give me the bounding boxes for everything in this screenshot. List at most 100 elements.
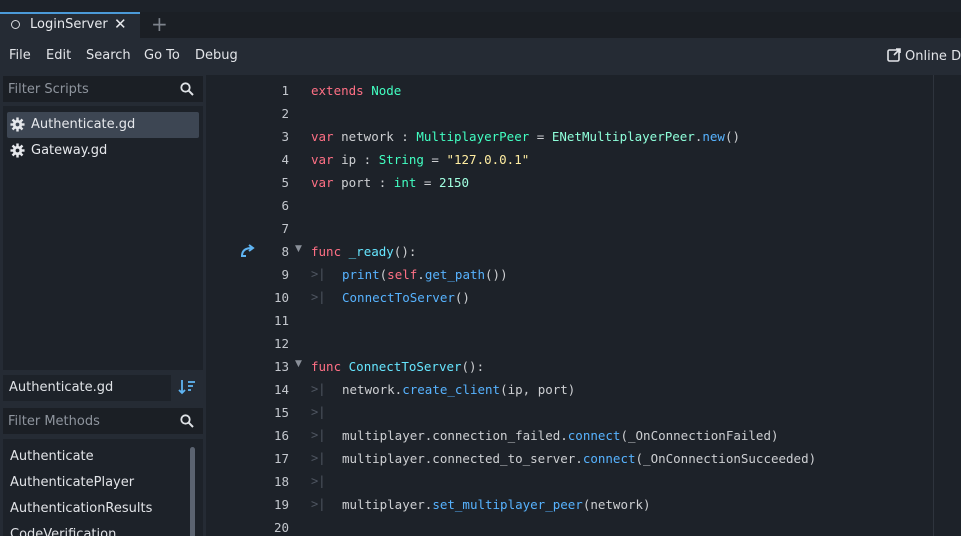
menu-file[interactable]: File (9, 48, 31, 63)
line-number: 11 (273, 313, 289, 328)
line-number: 16 (273, 428, 289, 443)
tab-marker: >| (311, 290, 326, 304)
code-text: print(self.get_path()) (342, 267, 508, 282)
scene-icon (11, 20, 20, 29)
code-line: 13 ▼ func ConnectToServer(): (207, 355, 961, 378)
line-number: 2 (281, 106, 289, 121)
code-text: var network : MultiplayerPeer = ENetMult… (311, 129, 741, 144)
code-line: 17 >| multiplayer.connected_to_server.co… (207, 447, 961, 470)
filter-scripts-input[interactable]: Filter Scripts (3, 76, 203, 102)
line-number: 19 (273, 497, 289, 512)
line-number: 15 (273, 405, 289, 420)
code-line: 11 (207, 309, 961, 332)
tab-marker: >| (311, 428, 326, 442)
code-text: var port : int = 2150 (311, 175, 470, 190)
menu-bar: File Edit Search Go To Debug Online Do (0, 38, 961, 75)
code-text: multiplayer.connection_failed.connect(_O… (342, 428, 779, 443)
line-number: 18 (273, 474, 289, 489)
line-number: 7 (281, 221, 289, 236)
gear-icon (10, 117, 25, 132)
menu-search[interactable]: Search (86, 48, 131, 63)
code-line: 19 >| multiplayer.set_multiplayer_peer(n… (207, 493, 961, 516)
tab-loginserver[interactable]: LoginServer ✕ (0, 12, 140, 38)
menu-goto[interactable]: Go To (144, 48, 180, 63)
tab-marker: >| (311, 267, 326, 281)
code-text: func _ready(): (311, 244, 417, 259)
fold-chevron-icon[interactable]: ▼ (295, 359, 302, 369)
line-number: 14 (273, 382, 289, 397)
script-item-label: Gateway.gd (31, 143, 108, 158)
online-docs-button[interactable]: Online Do (887, 48, 961, 64)
script-item-label: Authenticate.gd (31, 117, 136, 132)
tab-marker: >| (311, 405, 326, 419)
method-item[interactable]: CodeVerification (10, 527, 116, 536)
script-list-panel: Filter Scripts Authenticate.gd Gateway.g… (0, 75, 206, 536)
code-line: 3 var network : MultiplayerPeer = ENetMu… (207, 125, 961, 148)
methods-scrollbar[interactable] (190, 447, 195, 536)
close-icon[interactable]: ✕ (114, 15, 127, 33)
method-item[interactable]: Authenticate (10, 449, 94, 464)
methods-list: Authenticate AuthenticatePlayer Authenti… (3, 439, 203, 536)
line-number: 10 (273, 290, 289, 305)
scripts-list: Authenticate.gd Gateway.gd (3, 106, 203, 370)
method-item[interactable]: AuthenticatePlayer (10, 475, 134, 490)
code-line: 4 var ip : String = "127.0.0.1" (207, 148, 961, 171)
fold-chevron-icon[interactable]: ▼ (295, 244, 302, 254)
line-number: 5 (281, 175, 289, 190)
line-number: 1 (281, 83, 289, 98)
sort-icon[interactable] (178, 379, 196, 395)
code-text: var ip : String = "127.0.0.1" (311, 152, 530, 167)
tab-marker: >| (311, 497, 326, 511)
title-strip (0, 0, 961, 12)
line-number: 8 (281, 244, 289, 259)
line-number: 3 (281, 129, 289, 144)
search-icon (180, 414, 194, 428)
code-line: 9 >| print(self.get_path()) (207, 263, 961, 286)
search-icon (180, 82, 194, 96)
tab-marker: >| (311, 451, 326, 465)
menu-debug[interactable]: Debug (195, 48, 238, 63)
code-text: ConnectToServer() (342, 290, 470, 305)
scene-tab-bar: LoginServer ✕ + (0, 0, 961, 38)
code-line: 12 (207, 332, 961, 355)
script-item-gateway[interactable]: Gateway.gd (7, 138, 199, 164)
current-script-name: Authenticate.gd (3, 375, 171, 401)
current-script-label: Authenticate.gd (9, 380, 114, 395)
code-text: network.create_client(ip, port) (342, 382, 576, 397)
code-line: 20 (207, 516, 961, 536)
tab-marker: >| (311, 382, 326, 396)
code-editor[interactable]: 1 extends Node 2 3 var network : Multipl… (207, 75, 961, 536)
line-number: 17 (273, 451, 289, 466)
gear-icon (10, 143, 25, 158)
filter-methods-input[interactable]: Filter Methods (3, 408, 203, 434)
code-text: multiplayer.connected_to_server.connect(… (342, 451, 817, 466)
code-line: 16 >| multiplayer.connection_failed.conn… (207, 424, 961, 447)
online-docs-label: Online Do (905, 49, 961, 64)
code-line: 15 >| (207, 401, 961, 424)
line-number: 4 (281, 152, 289, 167)
code-line: 5 var port : int = 2150 (207, 171, 961, 194)
tab-marker: >| (311, 474, 326, 488)
line-number: 9 (281, 267, 289, 282)
code-line: 8 ▼ func _ready(): (207, 240, 961, 263)
line-number: 12 (273, 336, 289, 351)
script-item-authenticate[interactable]: Authenticate.gd (7, 112, 199, 138)
code-text: extends Node (311, 83, 402, 98)
code-line: 18 >| (207, 470, 961, 493)
menu-edit[interactable]: Edit (46, 48, 71, 63)
external-link-icon (887, 48, 901, 62)
code-line: 10 >| ConnectToServer() (207, 286, 961, 309)
line-number: 20 (273, 520, 289, 535)
method-item[interactable]: AuthenticationResults (10, 501, 152, 516)
line-number: 13 (273, 359, 289, 374)
code-text: multiplayer.set_multiplayer_peer(network… (342, 497, 651, 512)
add-tab-icon[interactable]: + (151, 13, 168, 35)
code-line: 6 (207, 194, 961, 217)
code-line: 7 (207, 217, 961, 240)
code-text: func ConnectToServer(): (311, 359, 485, 374)
code-line: 2 (207, 102, 961, 125)
code-line: 14 >| network.create_client(ip, port) (207, 378, 961, 401)
filter-scripts-placeholder: Filter Scripts (8, 82, 89, 97)
code-line: 1 extends Node (207, 79, 961, 102)
filter-methods-placeholder: Filter Methods (8, 414, 100, 429)
